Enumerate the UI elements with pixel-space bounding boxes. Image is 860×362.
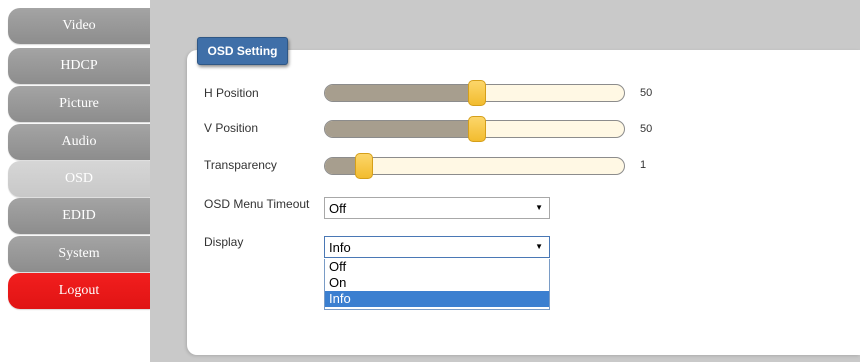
- sidebar-item-picture[interactable]: Picture: [8, 86, 150, 122]
- slider-handle[interactable]: [468, 116, 486, 142]
- osd-menu-timeout-value: Off: [329, 200, 347, 216]
- slider-fill: [325, 85, 478, 101]
- chevron-down-icon: ▼: [535, 242, 543, 251]
- sidebar-item-label: OSD: [64, 171, 93, 186]
- transparency-value: 1: [640, 159, 647, 171]
- section-title: OSD Setting: [197, 37, 288, 65]
- sidebar-item-label: Audio: [61, 134, 97, 149]
- display-value: Info: [329, 239, 351, 255]
- sidebar-item-osd[interactable]: OSD: [8, 161, 150, 197]
- slider-handle[interactable]: [355, 153, 373, 179]
- logout-label: Logout: [58, 283, 100, 298]
- display-label: Display: [204, 235, 244, 249]
- h-position-value: 50: [640, 87, 653, 99]
- chevron-down-icon: ▼: [535, 203, 543, 212]
- h-position-slider[interactable]: [324, 80, 625, 106]
- logout-button[interactable]: Logout: [8, 273, 150, 309]
- osd-menu-timeout-label: OSD Menu Timeout: [204, 197, 310, 211]
- sidebar-item-audio[interactable]: Audio: [8, 124, 150, 160]
- sidebar-item-edid[interactable]: EDID: [8, 198, 150, 234]
- slider-fill: [325, 121, 478, 137]
- transparency-label: Transparency: [204, 158, 277, 172]
- osd-menu-timeout-select[interactable]: Off ▼: [324, 197, 550, 219]
- slider-handle[interactable]: [468, 80, 486, 106]
- sidebar-item-video[interactable]: Video: [8, 8, 150, 44]
- h-position-label: H Position: [204, 86, 259, 100]
- display-select[interactable]: Info ▼: [324, 236, 550, 258]
- display-option-on[interactable]: On: [325, 275, 549, 291]
- sidebar-item-label: HDCP: [60, 58, 98, 73]
- display-option-info[interactable]: Info: [325, 291, 549, 307]
- transparency-slider[interactable]: [324, 153, 625, 179]
- display-option-off[interactable]: Off: [325, 259, 549, 275]
- v-position-value: 50: [640, 123, 653, 135]
- sidebar-item-label: System: [58, 246, 100, 261]
- sidebar-item-system[interactable]: System: [8, 236, 150, 272]
- sidebar-item-label: EDID: [62, 208, 96, 223]
- v-position-slider[interactable]: [324, 116, 625, 142]
- sidebar-item-label: Video: [62, 18, 96, 33]
- display-dropdown-list: Off On Info: [324, 259, 550, 310]
- sidebar: Video HDCP Picture Audio OSD EDID System…: [0, 0, 150, 362]
- v-position-label: V Position: [204, 121, 259, 135]
- sidebar-item-hdcp[interactable]: HDCP: [8, 48, 150, 84]
- section-title-text: OSD Setting: [207, 44, 278, 58]
- sidebar-item-label: Picture: [59, 96, 99, 111]
